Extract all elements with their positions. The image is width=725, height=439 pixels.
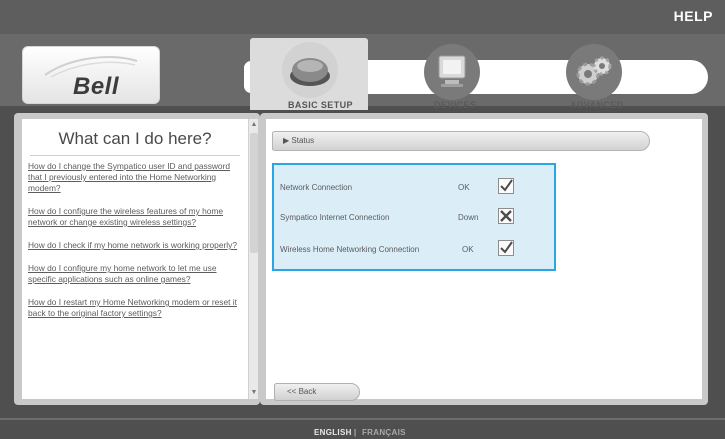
status-section-header: ▶ Status bbox=[272, 131, 650, 151]
scroll-thumb[interactable] bbox=[250, 133, 258, 253]
status-name: Network Connection bbox=[280, 183, 353, 192]
status-name: Sympatico Internet Connection bbox=[280, 213, 390, 222]
status-list: Network Connection OK Sympatico Internet… bbox=[272, 163, 556, 271]
logo-wordmark: Bell bbox=[73, 73, 120, 100]
help-link[interactable]: HELP bbox=[674, 8, 713, 24]
faq-link-wireless[interactable]: How do I configure the wireless features… bbox=[28, 206, 244, 228]
back-button[interactable]: << Back bbox=[274, 383, 360, 401]
arrow-icon: ▶ bbox=[283, 136, 290, 145]
status-value: OK bbox=[462, 245, 474, 254]
modem-icon[interactable] bbox=[282, 42, 338, 98]
status-row-internet: Sympatico Internet Connection Down bbox=[274, 207, 558, 227]
checkmark-icon bbox=[498, 178, 514, 194]
status-row-wireless: Wireless Home Networking Connection OK bbox=[274, 239, 558, 259]
faq-link-change-user-id[interactable]: How do I change the Sympatico user ID an… bbox=[28, 161, 244, 194]
footer-divider bbox=[0, 418, 725, 420]
status-section-title: Status bbox=[291, 136, 315, 145]
faq-link-restart[interactable]: How do I restart my Home Networking mode… bbox=[28, 297, 244, 319]
faq-list: How do I change the Sympatico user ID an… bbox=[28, 161, 244, 331]
language-francais[interactable]: FRANÇAIS bbox=[362, 428, 406, 437]
help-panel-content: What can I do here? How do I change the … bbox=[22, 119, 248, 399]
status-value: Down bbox=[458, 213, 479, 222]
status-panel-content: ▶ Status Network Connection OK Sympatico… bbox=[266, 119, 702, 401]
scroll-down-icon[interactable]: ▼ bbox=[249, 387, 259, 399]
x-mark-icon bbox=[498, 208, 514, 224]
faq-link-check-network[interactable]: How do I check if my home network is wor… bbox=[28, 240, 244, 251]
status-value: OK bbox=[458, 183, 470, 192]
status-panel: ▶ Status Network Connection OK Sympatico… bbox=[260, 113, 708, 405]
monitor-icon[interactable] bbox=[424, 44, 480, 100]
bell-logo: Bell bbox=[22, 46, 160, 104]
language-separator: | bbox=[354, 428, 357, 437]
scroll-up-icon[interactable]: ▲ bbox=[249, 119, 259, 131]
top-bar bbox=[0, 0, 725, 34]
help-scrollbar[interactable]: ▲ ▼ bbox=[248, 119, 258, 399]
language-english[interactable]: ENGLISH bbox=[314, 428, 352, 437]
help-panel: What can I do here? How do I change the … bbox=[14, 113, 260, 405]
tab-advanced[interactable]: ADVANCED bbox=[570, 100, 624, 110]
divider bbox=[30, 155, 240, 156]
tab-devices[interactable]: DEVICES bbox=[434, 100, 476, 110]
gears-icon[interactable] bbox=[566, 44, 622, 100]
tab-basic-setup[interactable]: BASIC SETUP bbox=[288, 100, 353, 110]
help-panel-title: What can I do here? bbox=[58, 129, 212, 148]
status-row-network: Network Connection OK bbox=[274, 177, 558, 197]
checkmark-icon bbox=[498, 240, 514, 256]
faq-link-applications[interactable]: How do I configure my home network to le… bbox=[28, 263, 244, 285]
status-name: Wireless Home Networking Connection bbox=[280, 245, 420, 254]
